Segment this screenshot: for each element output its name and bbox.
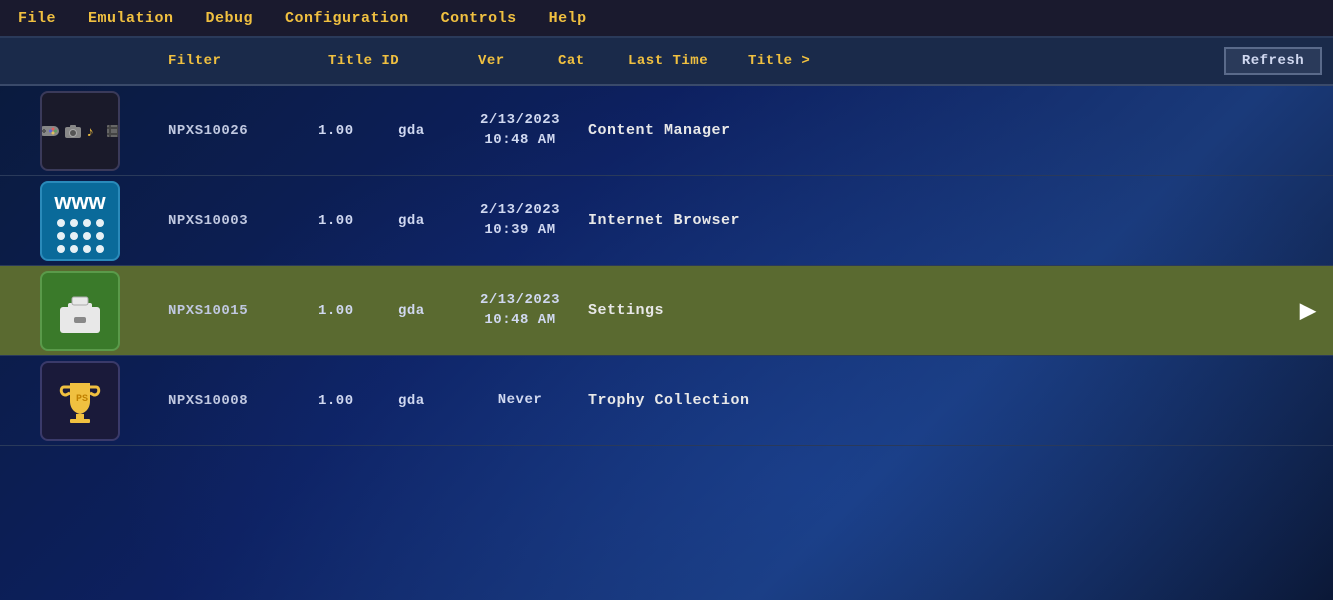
cell-lasttime: Never — [460, 391, 580, 411]
lasttime-line2: 10:48 AM — [468, 311, 572, 331]
dot — [96, 245, 104, 253]
lasttime-line2: 10:48 AM — [468, 131, 572, 151]
play-arrow-icon: ▶ — [1283, 293, 1333, 328]
dot — [57, 245, 65, 253]
cell-title: Internet Browser — [580, 212, 1283, 229]
table-row[interactable]: ♪ — [0, 86, 1333, 176]
dot — [70, 232, 78, 240]
table-row[interactable]: PS NPXS10008 1.00 gda Never Trophy Colle… — [0, 356, 1333, 446]
cell-titleid: NPXS10008 — [160, 393, 310, 409]
header-ver[interactable]: Ver — [470, 53, 550, 69]
gamepad-icon — [40, 123, 60, 139]
header-refresh-area: Refresh — [1213, 47, 1333, 75]
svg-text:♪: ♪ — [86, 125, 94, 139]
www-text: www — [54, 189, 105, 215]
cell-lasttime: 2/13/2023 10:48 AM — [460, 291, 580, 330]
trophy-svg: PS — [54, 375, 106, 427]
cell-titleid: NPXS10015 — [160, 303, 310, 319]
svg-text:PS: PS — [76, 394, 88, 405]
cell-lasttime: 2/13/2023 10:39 AM — [460, 201, 580, 240]
lasttime-line1: 2/13/2023 — [468, 291, 572, 311]
cell-ver: 1.00 — [310, 123, 390, 139]
app-icon-content-manager: ♪ — [40, 91, 120, 171]
refresh-button[interactable]: Refresh — [1224, 47, 1322, 75]
toolbox-svg — [54, 285, 106, 337]
app-icon-settings — [40, 271, 120, 351]
menu-configuration[interactable]: Configuration — [283, 6, 411, 31]
table-header: Filter Title ID Ver Cat Last Time Title … — [0, 38, 1333, 86]
browser-icon-content: www — [54, 189, 105, 253]
lasttime-line2: 10:39 AM — [468, 221, 572, 241]
row-icon-cell: www — [0, 176, 160, 266]
cell-title: Content Manager — [580, 122, 1283, 139]
table-row-selected[interactable]: NPXS10015 1.00 gda 2/13/2023 10:48 AM Se… — [0, 266, 1333, 356]
table-body: ♪ — [0, 86, 1333, 600]
cell-cat: gda — [390, 393, 460, 409]
film-icon — [106, 123, 120, 139]
music-icon: ♪ — [86, 123, 102, 139]
row-icon-cell: ♪ — [0, 86, 160, 176]
menu-emulation[interactable]: Emulation — [86, 6, 176, 31]
dot — [83, 232, 91, 240]
header-lasttime[interactable]: Last Time — [620, 53, 740, 69]
row-data: NPXS10026 1.00 gda 2/13/2023 10:48 AM Co… — [160, 86, 1333, 175]
row-data: NPXS10003 1.00 gda 2/13/2023 10:39 AM In… — [160, 176, 1333, 265]
lasttime-line1: 2/13/2023 — [468, 201, 572, 221]
app-icon-trophy: PS — [40, 361, 120, 441]
cell-ver: 1.00 — [310, 393, 390, 409]
app-icon-browser: www — [40, 181, 120, 261]
menu-file[interactable]: File — [16, 6, 58, 31]
cell-titleid: NPXS10003 — [160, 213, 310, 229]
cell-ver: 1.00 — [310, 213, 390, 229]
row-data: NPXS10015 1.00 gda 2/13/2023 10:48 AM Se… — [160, 266, 1333, 355]
menu-help[interactable]: Help — [547, 6, 589, 31]
row-icon-cell: PS — [0, 356, 160, 446]
header-cat[interactable]: Cat — [550, 53, 620, 69]
cell-title: Trophy Collection — [580, 392, 1283, 409]
lasttime-line1: 2/13/2023 — [468, 111, 572, 131]
cm-icons-group: ♪ — [40, 123, 120, 139]
header-title[interactable]: Title > — [740, 53, 1213, 69]
header-titleid[interactable]: Title ID — [320, 53, 470, 69]
row-icon-cell — [0, 266, 160, 356]
cell-lasttime: 2/13/2023 10:48 AM — [460, 111, 580, 150]
app-container: File Emulation Debug Configuration Contr… — [0, 0, 1333, 600]
camera-icon — [64, 123, 82, 139]
dot — [70, 245, 78, 253]
menubar: File Emulation Debug Configuration Contr… — [0, 0, 1333, 38]
row-data: NPXS10008 1.00 gda Never Trophy Collecti… — [160, 356, 1333, 445]
dot — [96, 232, 104, 240]
dot — [70, 219, 78, 227]
cell-titleid: NPXS10026 — [160, 123, 310, 139]
dot — [57, 219, 65, 227]
table-row[interactable]: www — [0, 176, 1333, 266]
lasttime-line1: Never — [468, 391, 572, 411]
dot — [57, 232, 65, 240]
menu-controls[interactable]: Controls — [439, 6, 519, 31]
cell-ver: 1.00 — [310, 303, 390, 319]
cell-title: Settings — [580, 302, 1283, 319]
dots-grid — [57, 219, 104, 253]
dot — [83, 219, 91, 227]
dot — [83, 245, 91, 253]
cell-cat: gda — [390, 213, 460, 229]
header-filter[interactable]: Filter — [160, 53, 320, 69]
dot — [96, 219, 104, 227]
menu-debug[interactable]: Debug — [204, 6, 256, 31]
cell-cat: gda — [390, 303, 460, 319]
cm-row-1: ♪ — [40, 123, 120, 139]
cell-cat: gda — [390, 123, 460, 139]
